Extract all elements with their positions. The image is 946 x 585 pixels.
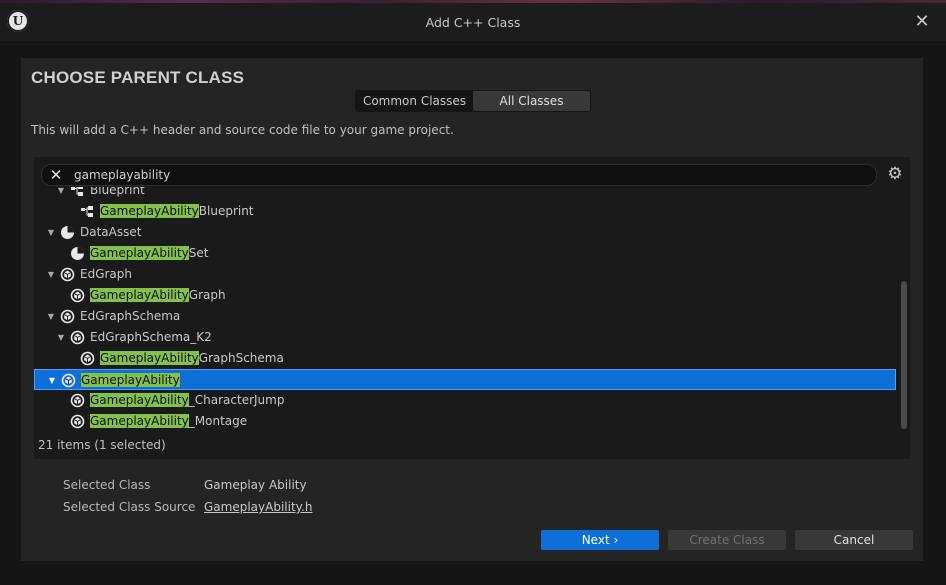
tree-row[interactable]: ▼ EdGraphSchema_K2: [34, 327, 896, 348]
tree-row[interactable]: ▼ EdGraphSchema: [34, 306, 896, 327]
tree-row-label: GameplayAbility_CharacterJump: [90, 393, 284, 408]
tree-row-label: GameplayAbilitySet: [90, 246, 208, 261]
clear-search-icon[interactable]: ✕: [48, 165, 64, 185]
tree-row[interactable]: GameplayAbility_Montage: [34, 411, 896, 431]
search-match-highlight: GameplayAbility: [90, 393, 189, 407]
next-button-label: Next: [581, 533, 610, 547]
selected-class-value: Gameplay Ability: [204, 478, 307, 492]
tree-row-label: DataAsset: [80, 225, 141, 240]
class-tree-panel: ✕ ⚙ ▼BlueprintGameplayAbilityBlueprint▼D…: [34, 157, 910, 459]
window-title: Add C++ Class: [425, 15, 521, 30]
object-icon: [70, 414, 85, 429]
expand-arrow-icon[interactable]: ▼: [45, 306, 57, 327]
selected-source-label: Selected Class Source: [63, 500, 196, 514]
create-class-button[interactable]: Create Class: [668, 530, 786, 550]
search-match-highlight: GameplayAbility: [90, 246, 189, 260]
tree-row-text: _CharacterJump: [188, 393, 285, 407]
scrollbar-thumb[interactable]: [901, 281, 907, 429]
object-icon: [60, 267, 75, 282]
tree-row[interactable]: GameplayAbility_CharacterJump: [34, 390, 896, 411]
tree-row-text: EdGraph: [80, 267, 133, 281]
tree-row-label: GameplayAbility_Montage: [90, 414, 247, 429]
tree-row[interactable]: GameplayAbilityGraph: [34, 285, 896, 306]
selected-source-link[interactable]: GameplayAbility.h: [204, 500, 312, 514]
expand-arrow-icon[interactable]: ▼: [46, 370, 58, 391]
pie-icon: [70, 246, 85, 261]
expand-arrow-icon[interactable]: ▼: [45, 264, 57, 285]
tree-row-label: EdGraph: [80, 267, 132, 282]
blueprint-icon: [70, 187, 85, 198]
tree-row-label: EdGraphSchema_K2: [90, 330, 212, 345]
tree-row[interactable]: ▼ EdGraph: [34, 264, 896, 285]
page-title: CHOOSE PARENT CLASS: [31, 68, 245, 87]
tree-row-label: GameplayAbilityGraphSchema: [100, 351, 284, 366]
search-box: ✕: [41, 164, 877, 186]
close-icon[interactable]: ✕: [912, 12, 932, 32]
tree-row[interactable]: ▼ GameplayAbility: [34, 369, 896, 390]
tree-row-text: Blueprint: [90, 187, 145, 197]
tree-row-label: GameplayAbilityBlueprint: [100, 204, 254, 219]
search-match-highlight: GameplayAbility: [90, 414, 189, 428]
dialog-panel: CHOOSE PARENT CLASS Common Classes All C…: [21, 58, 923, 561]
title-bar[interactable]: Add C++ Class ✕: [0, 3, 946, 41]
tree-row-text: EdGraphSchema: [80, 309, 181, 323]
tree-row[interactable]: ▼ DataAsset: [34, 222, 896, 243]
search-match-highlight: GameplayAbility: [100, 204, 199, 218]
search-match-highlight: GameplayAbility: [90, 288, 189, 302]
tree-row[interactable]: ▼ Blueprint: [34, 187, 896, 201]
tree-row-text: Graph: [188, 288, 226, 302]
object-icon: [80, 351, 95, 366]
tree-row-text: GraphSchema: [198, 351, 284, 365]
tree-row-text: Blueprint: [198, 204, 254, 218]
tree-row-text: EdGraphSchema_K2: [90, 330, 212, 344]
tree-row-text: Set: [188, 246, 209, 260]
gear-icon[interactable]: ⚙: [886, 164, 904, 184]
tree-row-label: Blueprint: [90, 187, 145, 198]
selected-class-label: Selected Class: [63, 478, 151, 492]
description-text: This will add a C++ header and source co…: [31, 123, 454, 137]
tab-common-classes[interactable]: Common Classes: [356, 91, 473, 111]
tree-row[interactable]: GameplayAbilityGraphSchema: [34, 348, 896, 369]
search-input[interactable]: [74, 165, 864, 185]
chevron-right-icon: ›: [613, 533, 619, 547]
tree-scrollbar[interactable]: [900, 187, 908, 431]
search-match-highlight: GameplayAbility: [100, 351, 199, 365]
expand-arrow-icon[interactable]: ▼: [55, 327, 67, 348]
expand-arrow-icon[interactable]: ▼: [55, 187, 67, 201]
object-icon: [61, 373, 76, 388]
expand-arrow-icon[interactable]: ▼: [45, 222, 57, 243]
object-icon: [60, 309, 75, 324]
tree-row-text: DataAsset: [80, 225, 142, 239]
object-icon: [70, 288, 85, 303]
tree-row-label: GameplayAbility: [81, 373, 180, 388]
class-tree: ▼ Blueprint GameplayAbilityBlueprint ▼ DataA…: [34, 187, 896, 431]
object-icon: [70, 330, 85, 345]
search-match-highlight: GameplayAbility: [81, 373, 180, 387]
pie-icon: [60, 225, 75, 240]
tree-row-label: GameplayAbilityGraph: [90, 288, 226, 303]
tree-row[interactable]: GameplayAbilitySet: [34, 243, 896, 264]
tab-all-classes[interactable]: All Classes: [473, 91, 590, 111]
next-button[interactable]: Next ›: [541, 530, 659, 550]
tree-row-label: EdGraphSchema: [80, 309, 180, 324]
object-icon: [70, 393, 85, 408]
blueprint-icon: [80, 204, 95, 219]
cancel-button[interactable]: Cancel: [795, 530, 913, 550]
tree-row-text: _Montage: [188, 414, 248, 428]
item-count: 21 items (1 selected): [38, 438, 166, 452]
tree-row[interactable]: GameplayAbilityBlueprint: [34, 201, 896, 222]
class-filter-tabs: Common Classes All Classes: [355, 90, 591, 112]
